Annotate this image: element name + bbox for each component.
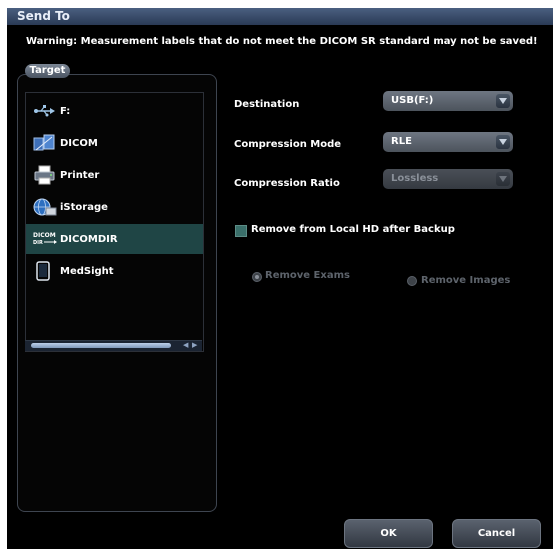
dicom-network-icon <box>32 133 58 153</box>
target-item-label: MedSight <box>60 265 114 277</box>
tablet-icon <box>32 261 58 281</box>
send-to-dialog: Send To Warning: Measurement labels that… <box>7 8 553 549</box>
target-item-label: DICOMDIR <box>60 233 118 245</box>
printer-icon <box>32 165 58 185</box>
cancel-button[interactable]: Cancel <box>452 519 541 548</box>
remove-images-label: Remove Images <box>421 275 511 286</box>
compression-ratio-select[interactable]: Lossless <box>383 169 513 189</box>
scroll-left-icon[interactable]: ◀ <box>183 342 191 349</box>
chevron-down-icon[interactable] <box>496 135 510 149</box>
target-item-printer[interactable]: Printer <box>26 160 203 190</box>
compression-ratio-value: Lossless <box>391 173 439 184</box>
remove-local-label: Remove from Local HD after Backup <box>251 224 455 235</box>
remove-exams-radio[interactable] <box>252 272 262 282</box>
dicomdir-icon: DICOM DIR <box>32 229 58 249</box>
dialog-title: Send To <box>17 9 70 23</box>
horizontal-scrollbar[interactable]: ◀ ▶ <box>25 340 202 351</box>
chevron-down-icon[interactable] <box>496 172 510 186</box>
destination-select[interactable]: USB(F:) <box>383 91 513 111</box>
target-list: F: DICOM Printer iStorage DICOM DIR DICO… <box>25 92 204 352</box>
target-item-istorage[interactable]: iStorage <box>26 192 203 222</box>
svg-text:DIR: DIR <box>33 240 43 246</box>
destination-value: USB(F:) <box>391 95 434 106</box>
istorage-icon <box>32 197 58 217</box>
compression-mode-select[interactable]: RLE <box>383 132 513 152</box>
target-item-medsight[interactable]: MedSight <box>26 256 203 286</box>
remove-exams-label: Remove Exams <box>265 270 350 281</box>
target-item-dicom[interactable]: DICOM <box>26 128 203 158</box>
compression-mode-label: Compression Mode <box>234 139 342 150</box>
svg-text:DICOM: DICOM <box>33 232 56 239</box>
destination-label: Destination <box>234 99 300 110</box>
target-item-label: DICOM <box>60 137 98 149</box>
target-item-label: iStorage <box>60 201 108 213</box>
scroll-right-icon[interactable]: ▶ <box>192 342 200 349</box>
target-item-label: F: <box>60 105 71 117</box>
warning-message: Warning: Measurement labels that do not … <box>26 36 538 47</box>
ok-button[interactable]: OK <box>344 519 433 548</box>
target-item-label: Printer <box>60 169 100 181</box>
target-tab: Target <box>25 64 70 78</box>
compression-ratio-label: Compression Ratio <box>234 178 340 189</box>
usb-icon <box>32 101 58 121</box>
chevron-down-icon[interactable] <box>496 94 510 108</box>
scrollbar-thumb[interactable] <box>31 343 171 348</box>
remove-local-checkbox[interactable] <box>235 225 247 237</box>
compression-mode-value: RLE <box>391 136 412 147</box>
title-bar: Send To <box>7 8 553 25</box>
target-item-dicomdir[interactable]: DICOM DIR DICOMDIR <box>26 224 203 254</box>
target-item-usb[interactable]: F: <box>26 96 203 126</box>
remove-images-radio[interactable] <box>407 276 417 286</box>
